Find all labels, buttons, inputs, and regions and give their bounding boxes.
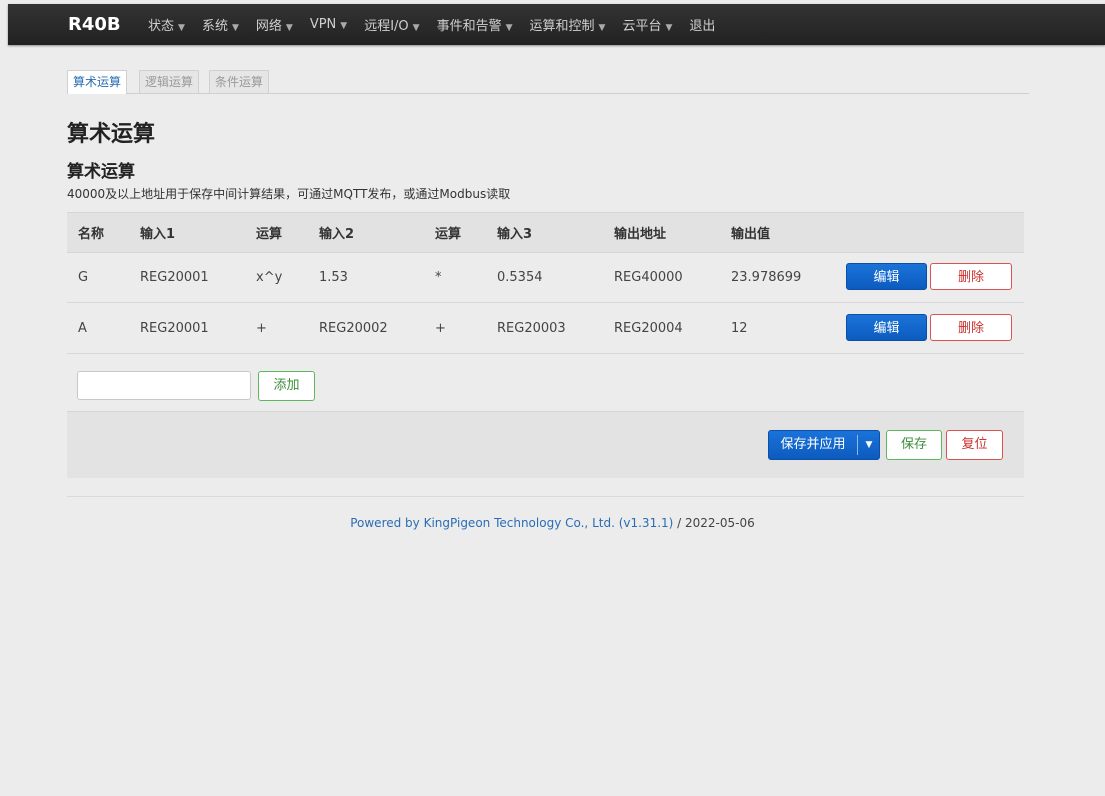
header-output-address: 输出地址 (614, 227, 667, 242)
main-menu: 状态 ▼ 系统 ▼ 网络 ▼ VPN ▼ 远程I/O ▼ 事件和告警 ▼ 运算和控制 ▼ 云平… (148, 4, 732, 45)
menu-label: 退出 (689, 19, 716, 34)
caret-down-icon: ▼ (285, 23, 293, 33)
cell-output-value: 23.978699 (731, 269, 802, 285)
section-title: 算术运算 (67, 162, 135, 182)
cell-input2: REG20002 (319, 320, 388, 336)
menu-label: 状态 (148, 19, 175, 34)
footer: Powered by KingPigeon Technology Co., Lt… (0, 516, 1105, 530)
caret-down-icon: ▼ (340, 21, 348, 31)
cell-output-value: 12 (731, 320, 748, 336)
header-name: 名称 (78, 227, 105, 242)
menu-item-system[interactable]: 系统 ▼ (202, 15, 239, 34)
menu-item-cloud[interactable]: 云平台 ▼ (622, 15, 672, 34)
caret-down-icon: ▼ (505, 23, 513, 33)
caret-down-icon: ▼ (231, 23, 239, 33)
header-output-value: 输出值 (731, 227, 771, 242)
table-row: G REG20001 x^y 1.53 * 0.5354 REG40000 23… (67, 252, 1024, 303)
edit-button[interactable]: 编辑 (846, 314, 927, 341)
delete-button[interactable]: 删除 (930, 314, 1012, 341)
cell-op1: + (256, 320, 267, 336)
header-op1: 运算 (256, 227, 283, 242)
cell-input1: REG20001 (140, 320, 209, 336)
save-button[interactable]: 保存 (886, 430, 942, 460)
header-op2: 运算 (435, 227, 462, 242)
cell-output-address: REG20004 (614, 320, 683, 336)
cell-input1: REG20001 (140, 269, 209, 285)
save-apply-label: 保存并应用 (780, 437, 846, 452)
menu-item-status[interactable]: 状态 ▼ (148, 15, 185, 34)
menu-item-network[interactable]: 网络 ▼ (256, 15, 293, 34)
save-apply-button[interactable]: 保存并应用 ▼ (768, 430, 880, 460)
header-input3: 输入3 (497, 227, 533, 242)
tab-bar: 算术运算 逻辑运算 条件运算 (67, 70, 1029, 94)
page-title: 算术运算 (67, 122, 156, 147)
brand-logo[interactable]: R40B (68, 14, 121, 35)
menu-label: 系统 (201, 19, 228, 34)
menu-label: VPN (309, 17, 337, 32)
menu-label: 远程I/O (364, 19, 409, 34)
header-input1: 输入1 (140, 227, 176, 242)
menu-item-vpn[interactable]: VPN ▼ (310, 17, 347, 32)
menu-label: 网络 (255, 19, 282, 34)
add-button[interactable]: 添加 (258, 371, 315, 401)
cell-name: G (78, 269, 89, 285)
cell-name: A (78, 320, 87, 336)
menu-item-logout[interactable]: 退出 (689, 15, 715, 34)
cell-input3: 0.5354 (497, 269, 543, 285)
section-description: 40000及以上地址用于保存中间计算结果，可通过MQTT发布，或通过Modbus… (67, 187, 511, 201)
tab-condition[interactable]: 条件运算 (209, 70, 270, 93)
new-rule-name-input[interactable] (77, 371, 251, 400)
menu-item-remote-io[interactable]: 远程I/O ▼ (364, 15, 419, 34)
footer-link[interactable]: Powered by KingPigeon Technology Co., Lt… (350, 516, 673, 530)
header-input2: 输入2 (319, 227, 355, 242)
menu-label: 运算和控制 (529, 19, 595, 34)
edit-button[interactable]: 编辑 (846, 263, 927, 290)
caret-down-icon: ▼ (665, 23, 673, 33)
tab-arithmetic[interactable]: 算术运算 (67, 70, 128, 94)
menu-label: 事件和告警 (436, 19, 502, 34)
reset-button[interactable]: 复位 (946, 430, 1003, 460)
menu-label: 云平台 (622, 19, 662, 34)
action-bar (67, 411, 1024, 478)
menu-item-compute-control[interactable]: 运算和控制 ▼ (530, 15, 606, 34)
cell-output-address: REG40000 (614, 269, 683, 285)
caret-down-icon: ▼ (178, 23, 185, 33)
caret-down-icon: ▼ (598, 23, 606, 33)
caret-down-icon[interactable]: ▼ (858, 431, 880, 459)
cell-input2: 1.53 (319, 269, 348, 285)
table-header: 名称 输入1 运算 输入2 运算 输入3 输出地址 输出值 (67, 212, 1024, 253)
footer-divider (67, 496, 1024, 497)
cell-op1: x^y (256, 269, 283, 285)
cell-input3: REG20003 (497, 320, 566, 336)
table-row: A REG20001 + REG20002 + REG20003 REG2000… (67, 303, 1024, 354)
cell-op2: + (435, 320, 446, 336)
top-navbar: R40B 状态 ▼ 系统 ▼ 网络 ▼ VPN ▼ 远程I/O ▼ 事件和告警 ▼ 运算和控… (8, 4, 1105, 45)
footer-date: / 2022-05-06 (673, 516, 755, 530)
menu-item-events-alarms[interactable]: 事件和告警 ▼ (437, 15, 513, 34)
delete-button[interactable]: 删除 (930, 263, 1012, 290)
cell-op2: * (435, 269, 442, 285)
tab-logic[interactable]: 逻辑运算 (139, 70, 200, 93)
caret-down-icon: ▼ (412, 23, 420, 33)
